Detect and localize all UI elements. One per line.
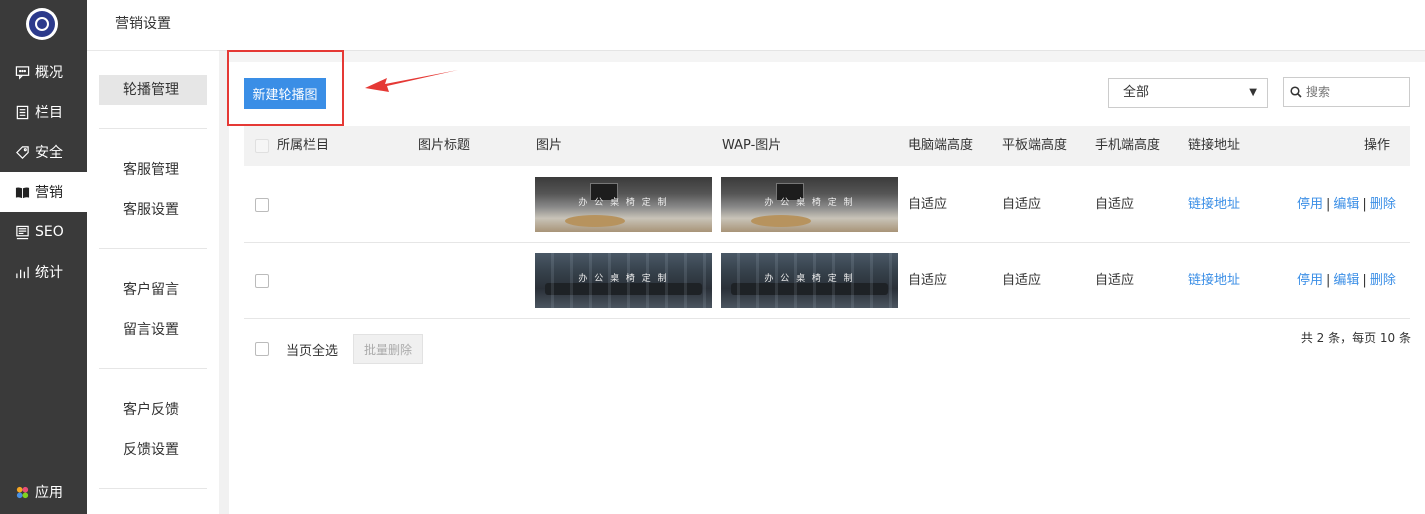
category-filter-select[interactable]: 全部 ▼ (1108, 78, 1268, 108)
wap-image: 办 公 桌 椅 定 制 (721, 177, 898, 232)
sidebar-title: 营销设置 (115, 16, 171, 32)
app-root: 概况 栏目 安全 营销 SEO 统计 应用 营销设置 轮播管理 客服管理 客服设… (0, 0, 1425, 514)
pagination-info: 共 2 条，每页 10 条 (1300, 331, 1411, 345)
separator: | (1362, 273, 1367, 288)
carousel-image: 办 公 桌 椅 定 制 (535, 253, 712, 308)
cell-pc-height: 自适应 (908, 273, 948, 288)
divider (99, 488, 207, 489)
cell-tablet-height: 自适应 (1002, 273, 1042, 288)
col-category: 所属栏目 (277, 138, 330, 153)
col-image: 图片 (536, 138, 563, 153)
row-actions: 停用 | 编辑 | 删除 (1297, 167, 1396, 242)
separator: | (1326, 273, 1331, 288)
nav-item-stats[interactable]: 统计 (0, 252, 87, 292)
col-link: 链接地址 (1188, 138, 1241, 153)
image-caption: 办 公 桌 椅 定 制 (764, 274, 855, 284)
nav-item-marketing[interactable]: 营销 (0, 172, 87, 212)
nav-item-label: 应用 (35, 485, 63, 501)
delete-link[interactable]: 删除 (1370, 197, 1396, 212)
top-bar (219, 0, 1425, 51)
table-row: 办 公 桌 椅 定 制 办 公 桌 椅 定 制 自适应 自适应 自适应 链接地址… (244, 167, 1410, 243)
select-all-header-checkbox[interactable] (255, 139, 269, 153)
separator: | (1362, 197, 1367, 212)
bar-chart-icon (14, 264, 30, 280)
edit-link[interactable]: 编辑 (1333, 273, 1359, 288)
gutter (219, 0, 229, 514)
book-icon (14, 184, 30, 200)
main-nav: 概况 栏目 安全 营销 SEO 统计 应用 (0, 0, 87, 514)
image-caption: 办 公 桌 椅 定 制 (764, 198, 855, 208)
sidebar-item-feedback-settings[interactable]: 反馈设置 (99, 435, 207, 465)
search-box[interactable] (1283, 77, 1410, 107)
secondary-sidebar: 营销设置 轮播管理 客服管理 客服设置 客户留言 留言设置 客户反馈 反馈设置 (87, 0, 219, 514)
sidebar-item-message-settings[interactable]: 留言设置 (99, 315, 207, 345)
sidebar-item-service-manage[interactable]: 客服管理 (99, 155, 207, 185)
sidebar-item-carousel[interactable]: 轮播管理 (99, 75, 207, 105)
sidebar-item-messages[interactable]: 客户留言 (99, 275, 207, 305)
main-panel: 新建轮播图 全部 ▼ 所属栏目 图片标题 图片 WAP-图片 电脑端高度 平板端… (227, 50, 1425, 514)
col-tablet-height: 平板端高度 (1002, 138, 1068, 153)
cell-tablet-height: 自适应 (1002, 197, 1042, 212)
col-title: 图片标题 (418, 138, 471, 153)
select-page-label: 当页全选 (286, 344, 339, 359)
link-address[interactable]: 链接地址 (1188, 243, 1240, 318)
cell-mobile-height: 自适应 (1095, 273, 1135, 288)
delete-link[interactable]: 删除 (1370, 273, 1396, 288)
chat-icon (14, 64, 30, 80)
nav-item-label: SEO (35, 224, 64, 240)
col-actions: 操作 (1364, 138, 1391, 153)
divider (99, 128, 207, 129)
filter-value: 全部 (1123, 85, 1150, 100)
divider (99, 368, 207, 369)
app-logo[interactable] (26, 8, 58, 40)
search-icon (1290, 86, 1302, 98)
link-address[interactable]: 链接地址 (1188, 167, 1240, 242)
row-checkbox[interactable] (255, 198, 269, 212)
search-input[interactable] (1306, 85, 1406, 99)
nav-item-overview[interactable]: 概况 (0, 52, 87, 92)
image-caption: 办 公 桌 椅 定 制 (578, 274, 669, 284)
sidebar-item-service-settings[interactable]: 客服设置 (99, 195, 207, 225)
batch-delete-button[interactable]: 批量删除 (353, 334, 423, 364)
col-pc-height: 电脑端高度 (908, 138, 974, 153)
apps-icon (14, 484, 30, 500)
col-wap-image: WAP-图片 (722, 138, 782, 153)
table-row: 办 公 桌 椅 定 制 办 公 桌 椅 定 制 自适应 自适应 自适应 链接地址… (244, 243, 1410, 319)
nav-item-label: 概况 (35, 65, 63, 81)
tag-icon (14, 144, 30, 160)
carousel-image: 办 公 桌 椅 定 制 (535, 177, 712, 232)
col-mobile-height: 手机端高度 (1095, 138, 1161, 153)
new-carousel-button[interactable]: 新建轮播图 (244, 78, 326, 109)
nav-item-columns[interactable]: 栏目 (0, 92, 87, 132)
document-icon (14, 104, 30, 120)
row-actions: 停用 | 编辑 | 删除 (1297, 243, 1396, 318)
nav-item-label: 安全 (35, 145, 63, 161)
divider (87, 50, 219, 51)
cell-mobile-height: 自适应 (1095, 197, 1135, 212)
caret-down-icon: ▼ (1249, 87, 1257, 98)
nav-item-security[interactable]: 安全 (0, 132, 87, 172)
image-caption: 办 公 桌 椅 定 制 (578, 198, 669, 208)
cell-pc-height: 自适应 (908, 197, 948, 212)
disable-link[interactable]: 停用 (1297, 197, 1323, 212)
nav-item-label: 统计 (35, 265, 63, 281)
wap-image: 办 公 桌 椅 定 制 (721, 253, 898, 308)
separator: | (1326, 197, 1331, 212)
nav-item-seo[interactable]: SEO (0, 212, 87, 252)
nav-item-apps[interactable]: 应用 (0, 472, 87, 512)
seo-icon (14, 224, 30, 240)
divider (99, 248, 207, 249)
sidebar-item-feedback[interactable]: 客户反馈 (99, 395, 207, 425)
nav-item-label: 栏目 (35, 105, 63, 121)
table-header: 所属栏目 图片标题 图片 WAP-图片 电脑端高度 平板端高度 手机端高度 链接… (244, 126, 1410, 166)
row-checkbox[interactable] (255, 274, 269, 288)
nav-item-label: 营销 (35, 185, 63, 201)
disable-link[interactable]: 停用 (1297, 273, 1323, 288)
edit-link[interactable]: 编辑 (1333, 197, 1359, 212)
select-page-checkbox[interactable] (255, 342, 269, 356)
annotation-arrow-icon (365, 70, 458, 92)
